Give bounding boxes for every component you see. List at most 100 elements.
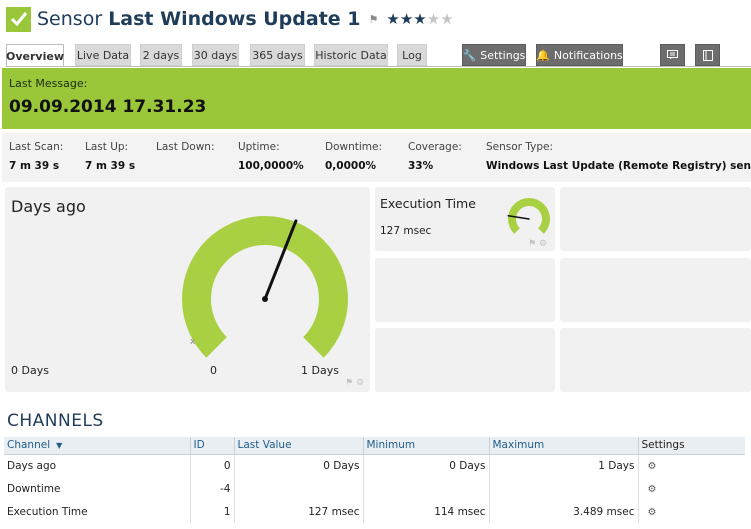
status-ok-icon (6, 6, 31, 32)
gauge-footer-icons: ⚑ ⚙ (345, 378, 364, 388)
empty-panel (560, 258, 751, 322)
cell-channel: Days ago (7, 459, 57, 472)
stat-value: 33% (408, 160, 434, 172)
cell-channel: Downtime (7, 482, 61, 495)
star-icon[interactable]: ★ (386, 10, 399, 28)
stat-label: Last Down: (156, 141, 215, 153)
empty-panel (375, 328, 555, 392)
tab-log[interactable]: Log (397, 44, 427, 66)
comment-icon[interactable] (660, 44, 685, 66)
sort-desc-icon: ▼ (56, 441, 63, 451)
last-message-label: Last Message: (9, 77, 88, 90)
star-icon[interactable]: ★ (427, 10, 440, 28)
stat-last-up: Last Up: 7 m 39 s (85, 141, 135, 172)
gear-icon[interactable]: ⚙ (642, 484, 657, 495)
gear-icon[interactable]: ⚙ (539, 239, 547, 249)
tab-settings[interactable]: 🔧 Settings (462, 44, 526, 66)
stat-value: 100,0000% (238, 160, 304, 172)
cell-settings: ⚙ (637, 477, 745, 500)
tab-30-days[interactable]: 30 days (192, 44, 239, 66)
cell-settings: ⚙ (637, 454, 745, 477)
empty-panel (560, 328, 751, 392)
stat-downtime: Downtime: 0,0000% (325, 141, 382, 172)
notes-icon[interactable] (695, 44, 720, 66)
cell-maximum: 3.489 msec (488, 500, 638, 523)
gear-icon[interactable]: ⚙ (642, 507, 657, 518)
gauge-execution-time[interactable]: Execution Time 127 msec ⚑ ⚙ (375, 187, 555, 251)
tab-settings-label: Settings (480, 48, 526, 62)
stat-last-scan: Last Scan: 7 m 39 s (9, 141, 63, 172)
table-header-row: Channel ▼ ID Last Value Minimum Maximum S… (4, 437, 745, 455)
gauge-min-marker: x (190, 337, 196, 347)
tab-365-days[interactable]: 365 days (250, 44, 305, 66)
tab-overview[interactable]: Overview (6, 44, 64, 67)
tab-2-days[interactable]: 2 days (140, 44, 182, 66)
column-header-maximum[interactable]: Maximum (488, 437, 638, 455)
gauge-days-ago[interactable]: Days ago x 0 Days 0 1 Days ⚑ ⚙ (5, 187, 370, 392)
column-header-id[interactable]: ID (189, 437, 234, 455)
star-icon[interactable]: ★ (413, 10, 426, 28)
cell-id: 1 (189, 500, 234, 523)
stat-value: 7 m 39 s (85, 160, 136, 172)
empty-panel (375, 258, 555, 322)
star-icon[interactable]: ★ (440, 10, 453, 28)
gear-icon[interactable]: ⚙ (642, 461, 657, 472)
column-header-settings: Settings (637, 437, 745, 455)
gauge-value-label: 0 (210, 364, 217, 377)
cell-maximum (488, 477, 638, 500)
gauge-max-label: 1 Days (301, 364, 339, 377)
flag-icon[interactable]: ⚑ (369, 13, 379, 26)
table-row[interactable]: Downtime -4 ⚙ (4, 477, 745, 500)
cell-minimum: 114 msec (362, 500, 489, 523)
empty-panel (560, 187, 751, 251)
pin-icon[interactable]: ⚑ (528, 239, 536, 249)
column-header-minimum[interactable]: Minimum (362, 437, 489, 455)
sensor-name: Last Windows Update 1 (108, 8, 361, 30)
cell-last-value (233, 477, 363, 500)
gauge-dial (181, 216, 348, 358)
last-message-bar: Last Message: 09.09.2014 17.31.23 (2, 68, 751, 129)
column-header-channel[interactable]: Channel ▼ (4, 437, 190, 455)
cell-last-value: 0 Days (233, 454, 363, 477)
cell-id: 0 (189, 454, 234, 477)
stat-coverage: Coverage: 33% (408, 141, 462, 172)
gauge-min-label: 0 Days (11, 364, 49, 377)
stat-label: Last Scan: (9, 141, 64, 153)
star-icon[interactable]: ★ (400, 10, 413, 28)
cell-maximum: 1 Days (488, 454, 638, 477)
pin-icon[interactable]: ⚑ (345, 378, 353, 388)
channels-heading: CHANNELS (7, 411, 104, 431)
sensor-stats: Last Scan: 7 m 39 s Last Up: 7 m 39 s La… (2, 133, 751, 182)
stat-label: Sensor Type: (486, 141, 553, 153)
sensor-header: Sensor Last Windows Update 1 ⚑ ★★★★★ (6, 6, 454, 32)
stat-label: Downtime: (325, 141, 383, 153)
cell-id: -4 (189, 477, 234, 500)
column-label: Channel (7, 439, 51, 452)
gauge-footer-icons: ⚑ ⚙ (528, 239, 547, 249)
stat-label: Last Up: (85, 141, 129, 153)
column-header-last-value[interactable]: Last Value (233, 437, 363, 455)
bell-icon: 🔔 (536, 48, 550, 62)
tab-notifications[interactable]: 🔔 Notifications (536, 44, 623, 66)
wrench-icon: 🔧 (462, 48, 477, 62)
stat-value: 0,0000% (325, 160, 377, 172)
page-title: Sensor Last Windows Update 1 (37, 8, 361, 30)
cell-minimum (362, 477, 489, 500)
table-row[interactable]: Execution Time 1 127 msec 114 msec 3.489… (4, 500, 745, 523)
cell-settings: ⚙ (637, 500, 745, 523)
stat-last-down: Last Down: (156, 141, 215, 160)
tab-notifications-label: Notifications (553, 48, 623, 62)
cell-last-value: 127 msec (233, 500, 363, 523)
cell-minimum: 0 Days (362, 454, 489, 477)
stat-value: Windows Last Update (Remote Registry) se… (486, 160, 751, 172)
cell-channel: Execution Time (7, 505, 88, 518)
gauge-hub (262, 296, 268, 302)
tab-bar: Overview Live Data 2 days 30 days 365 da… (6, 44, 751, 67)
stat-sensor-type: Sensor Type: Windows Last Update (Remote… (486, 141, 751, 172)
tab-live-data[interactable]: Live Data (75, 44, 131, 66)
tab-historic-data[interactable]: Historic Data (314, 44, 388, 66)
table-row[interactable]: Days ago 0 0 Days 0 Days 1 Days ⚙ (4, 454, 745, 477)
gear-icon[interactable]: ⚙ (356, 378, 364, 388)
priority-stars[interactable]: ★★★★★ (386, 10, 453, 28)
gauge-arc (181, 216, 348, 358)
